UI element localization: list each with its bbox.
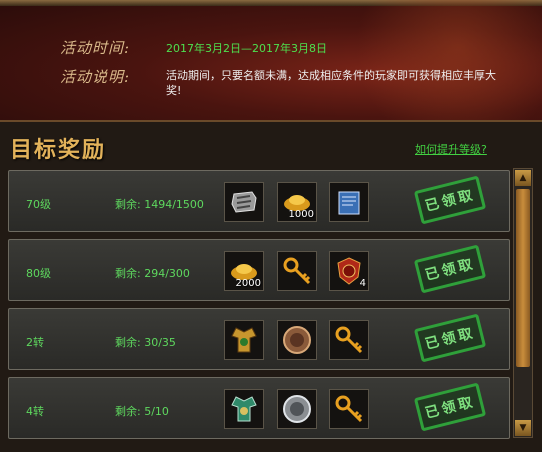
row-remaining: 剩余: 1494/1500 [115,198,204,211]
golden-key-icon[interactable] [329,320,369,360]
row-remaining: 剩余: 294/300 [115,267,190,280]
banner-decoration [332,0,542,120]
golden-key-icon[interactable] [277,251,317,291]
row-level: 4转 [26,405,44,418]
event-banner: 活动时间: 2017年3月2日—2017年3月8日 活动说明: 活动期间，只要名… [0,0,542,122]
reward-row-2zhuan: 2转 剩余: 30/35 已领取 [8,308,510,370]
reward-list-scrollbar[interactable]: ▲ ▼ [513,168,533,438]
golden-key-icon[interactable] [329,389,369,429]
item-count: 2000 [235,278,261,289]
scroll-book-icon[interactable] [329,182,369,222]
claimed-stamp: 已领取 [413,313,487,363]
item-count: 4 [359,278,366,289]
claimed-stamp: 已领取 [413,175,487,225]
row-remaining: 剩余: 30/35 [115,336,176,349]
item-count: 1000 [288,209,314,220]
gold-ingot-icon[interactable]: 2000 [224,251,264,291]
row-level: 2转 [26,336,44,349]
level-up-help-link[interactable]: 如何提升等级? [415,141,487,157]
scroll-down-arrow-icon[interactable]: ▼ [515,420,531,436]
claimed-stamp: 已领取 [413,244,487,294]
golden-armor-icon[interactable] [224,320,264,360]
armor-bracer-icon[interactable] [224,182,264,222]
event-time-value: 2017年3月2日—2017年3月8日 [166,42,327,55]
event-desc-value: 活动期间，只要名额未满，达成相应条件的玩家即可获得相应丰厚大奖! [166,69,496,97]
reward-list: 70级 剩余: 1494/1500 1000 已领取 80级 剩余: 294/3… [8,167,510,452]
reward-row-70: 70级 剩余: 1494/1500 1000 已领取 [8,170,510,232]
jade-armor-icon[interactable] [224,389,264,429]
silver-medal-icon[interactable] [277,389,317,429]
scroll-up-arrow-icon[interactable]: ▲ [515,170,531,186]
event-time-label: 活动时间: [60,39,131,57]
gold-ingot-icon[interactable]: 1000 [277,182,317,222]
rewards-title: 目标奖励 [10,138,107,163]
reward-row-80: 80级 剩余: 294/300 2000 4 已领取 [8,239,510,301]
claimed-stamp: 已领取 [413,382,487,432]
scrollbar-thumb[interactable] [516,189,530,367]
reward-row-4zhuan: 4转 剩余: 5/10 已领取 [8,377,510,439]
row-level: 80级 [26,267,51,280]
row-remaining: 剩余: 5/10 [115,405,169,418]
red-emblem-icon[interactable]: 4 [329,251,369,291]
row-level: 70级 [26,198,51,211]
event-desc-label: 活动说明: [60,68,131,86]
bronze-medal-icon[interactable] [277,320,317,360]
